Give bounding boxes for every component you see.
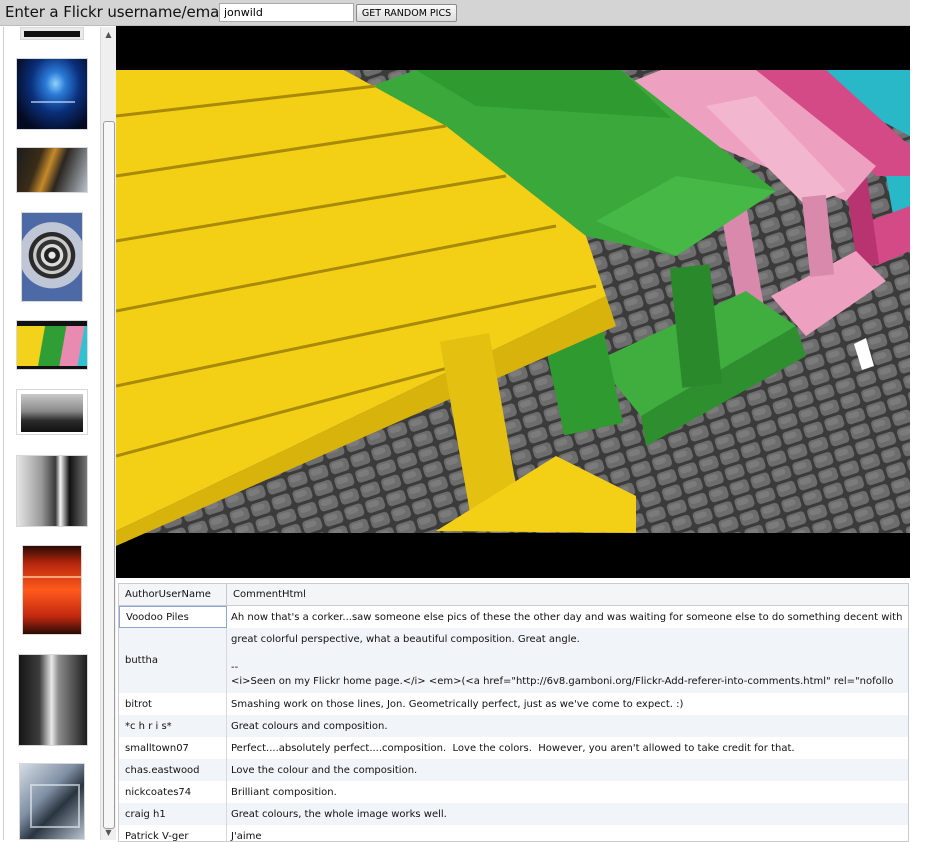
thumbnail-9[interactable] [18, 654, 88, 746]
comment-cell[interactable]: Brilliant composition. [227, 781, 908, 803]
table-row[interactable]: *c h r i s* Great colours and compositio… [119, 715, 908, 737]
thumbnail-10[interactable] [19, 763, 85, 840]
get-random-pics-button[interactable]: GET RANDOM PICS [356, 4, 457, 22]
comment-cell[interactable]: Perfect....absolutely perfect....composi… [227, 737, 908, 759]
table-row[interactable]: bitrot Smashing work on those lines, Jon… [119, 693, 908, 715]
comment-line: great colorful perspective, what a beaut… [231, 633, 580, 645]
table-row[interactable]: nickcoates74 Brilliant composition. [119, 781, 908, 803]
table-row[interactable]: smalltown07 Perfect....absolutely perfec… [119, 737, 908, 759]
column-header-comment[interactable]: CommentHtml [227, 584, 908, 605]
grid-header: AuthorUserName CommentHtml [119, 584, 908, 606]
author-cell[interactable]: *c h r i s* [119, 715, 227, 737]
table-row[interactable]: Voodoo Piles Ah now that's a corker...sa… [119, 606, 908, 628]
comment-line: <i>Seen on my Flickr home page.</i> <em>… [231, 675, 894, 687]
comment-cell[interactable]: great colorful perspective, what a beaut… [227, 628, 908, 693]
author-cell[interactable]: Voodoo Piles [119, 606, 227, 628]
comment-cell[interactable]: Ah now that's a corker...saw someone els… [227, 606, 908, 628]
scrollbar-thumb[interactable] [103, 121, 115, 829]
table-row[interactable]: buttha great colorful perspective, what … [119, 628, 908, 693]
table-row[interactable]: chas.eastwood Love the colour and the co… [119, 759, 908, 781]
thumbnail-5[interactable] [16, 320, 88, 370]
thumbnail-scrollbar[interactable]: ▲ ▼ [100, 27, 116, 840]
thumbnail-6[interactable] [16, 389, 88, 435]
down-arrow-icon[interactable]: ▼ [101, 825, 116, 840]
username-input[interactable] [219, 3, 354, 22]
author-cell[interactable]: craig h1 [119, 803, 227, 825]
toolbar: Enter a Flickr username/email: GET RANDO… [0, 0, 910, 26]
column-header-author[interactable]: AuthorUserName [119, 584, 227, 605]
up-arrow-icon[interactable]: ▲ [101, 27, 116, 42]
author-cell[interactable]: smalltown07 [119, 737, 227, 759]
comment-line: -- [231, 661, 239, 673]
table-row[interactable]: craig h1 Great colours, the whole image … [119, 803, 908, 825]
comment-cell[interactable]: Great colours, the whole image works wel… [227, 803, 908, 825]
author-cell[interactable]: nickcoates74 [119, 781, 227, 803]
comment-cell[interactable]: J'aime [227, 825, 908, 842]
username-label: Enter a Flickr username/email: [5, 3, 233, 21]
main-photo [116, 26, 910, 578]
author-cell[interactable]: bitrot [119, 693, 227, 715]
thumbnail-7[interactable] [16, 455, 88, 527]
thumbnail-1[interactable] [20, 27, 84, 40]
author-cell[interactable]: buttha [119, 628, 227, 693]
author-cell[interactable]: Patrick V-ger [119, 825, 227, 841]
comment-cell[interactable]: Great colours and composition. [227, 715, 908, 737]
comment-cell[interactable]: Smashing work on those lines, Jon. Geome… [227, 693, 908, 715]
author-cell[interactable]: chas.eastwood [119, 759, 227, 781]
thumbnail-4[interactable] [21, 212, 83, 302]
thumbnail-2[interactable] [16, 58, 88, 130]
comment-cell[interactable]: Love the colour and the composition. [227, 759, 908, 781]
table-row[interactable]: Patrick V-ger J'aime [119, 825, 908, 842]
thumbnail-3[interactable] [16, 147, 88, 193]
thumbnail-8[interactable] [22, 545, 82, 635]
comments-grid[interactable]: AuthorUserName CommentHtml Voodoo Piles … [118, 583, 909, 842]
